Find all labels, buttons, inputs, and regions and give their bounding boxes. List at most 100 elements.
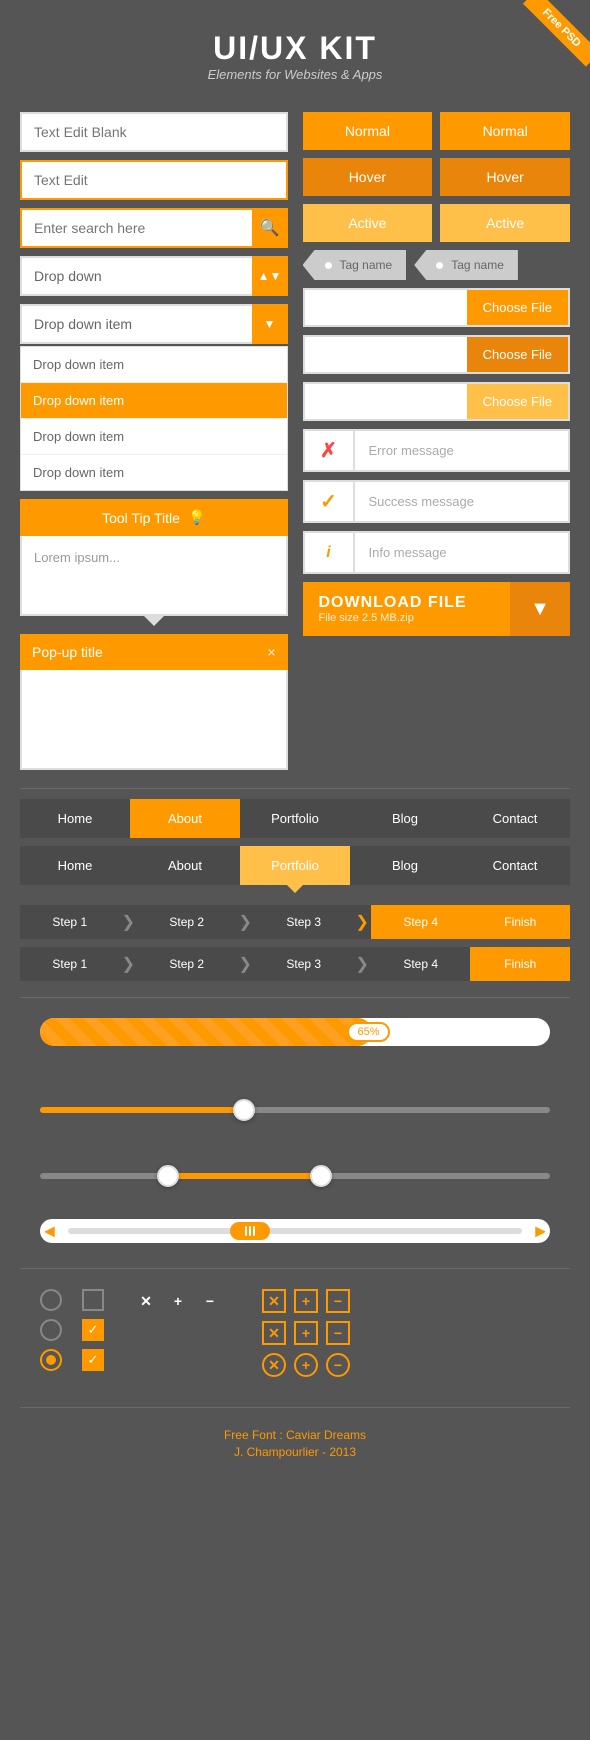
step-2-1[interactable]: Step 2	[137, 905, 237, 939]
orange-x-icon-1[interactable]: ✕	[262, 1289, 286, 1313]
nav-item-home-2[interactable]: Home	[20, 846, 130, 885]
orange-action-group: ✕ + − ✕ + − ✕ + −	[262, 1289, 350, 1377]
circle-x-icon-1[interactable]: ✕	[134, 1353, 158, 1377]
popup-title-text: Pop-up title	[32, 644, 103, 660]
text-edit-blank-input[interactable]	[20, 112, 288, 152]
list-item[interactable]: Drop down item	[21, 347, 287, 383]
dark-minus-icon-1[interactable]: −	[198, 1289, 222, 1313]
step-2-2[interactable]: Step 2	[137, 947, 237, 981]
dropdown-item-button[interactable]: Drop down item	[20, 304, 288, 344]
nav-item-contact-1[interactable]: Contact	[460, 799, 570, 838]
normal-button-2[interactable]: Normal	[440, 112, 570, 150]
tag-1[interactable]: Tag name	[303, 250, 407, 280]
slider-1-thumb[interactable]	[233, 1099, 255, 1121]
checkbox-unchecked-1[interactable]	[82, 1289, 104, 1311]
app-title: UI/UX KIT	[0, 30, 590, 67]
normal-label-1: Normal	[345, 123, 390, 139]
active-button-2[interactable]: Active	[440, 204, 570, 242]
section-divider-4	[20, 1407, 570, 1408]
choose-file-label-2: Choose File	[483, 347, 552, 362]
file-upload-3: Choose File	[303, 382, 571, 421]
search-input[interactable]	[20, 208, 288, 248]
step-4-2[interactable]: Step 4	[371, 947, 471, 981]
nav-item-contact-2[interactable]: Contact	[460, 846, 570, 885]
text-edit-input[interactable]	[20, 160, 288, 200]
step-3-1[interactable]: Step 3	[254, 905, 354, 939]
nav-item-portfolio-1[interactable]: Portfolio	[240, 799, 350, 838]
info-message-text: Info message	[355, 533, 569, 572]
download-bar: DOWNLOAD FILE File size 2.5 MB.zip ▼	[303, 582, 571, 636]
step-4-1[interactable]: Step 4	[371, 905, 471, 939]
tag-label-2: Tag name	[451, 258, 504, 272]
normal-button-1[interactable]: Normal	[303, 112, 433, 150]
right-column: Normal Normal Hover Hover Active	[303, 112, 571, 778]
radio-unchecked-1[interactable]	[40, 1289, 62, 1311]
step-3-2[interactable]: Step 3	[254, 947, 354, 981]
slider-2-thumb-left[interactable]	[157, 1165, 179, 1187]
choose-file-label-3: Choose File	[483, 394, 552, 409]
step-sep-5: ❯	[237, 954, 254, 974]
hover-button-2[interactable]: Hover	[440, 158, 570, 196]
step-finish-2[interactable]: Finish	[470, 947, 570, 981]
list-item[interactable]: Drop down item	[21, 383, 287, 419]
step-finish-1[interactable]: Finish	[470, 905, 570, 939]
orange-minus-icon-1[interactable]: −	[326, 1289, 350, 1313]
outline-plus-icon-1[interactable]: +	[166, 1321, 190, 1345]
nav-item-about-2[interactable]: About	[130, 846, 240, 885]
radio-checked[interactable]	[40, 1349, 62, 1371]
step-1-1[interactable]: Step 1	[20, 905, 120, 939]
error-message-text: Error message	[355, 431, 569, 470]
circle-x-orange-1[interactable]: ✕	[262, 1353, 286, 1377]
tag-2[interactable]: Tag name	[414, 250, 518, 280]
outline-x-orange-1[interactable]: ✕	[262, 1321, 286, 1345]
hover-button-1[interactable]: Hover	[303, 158, 433, 196]
search-button[interactable]: 🔍	[252, 208, 288, 248]
download-subtitle: File size 2.5 MB.zip	[319, 612, 495, 624]
dark-plus-icon-1[interactable]: +	[166, 1289, 190, 1313]
checkbox-checked-1[interactable]	[82, 1319, 104, 1341]
scroll-right-arrow[interactable]: ▶	[535, 1223, 546, 1240]
search-field-wrap: 🔍	[20, 208, 288, 248]
popup-box: Pop-up title ×	[20, 634, 288, 770]
circle-minus-orange-1[interactable]: −	[326, 1353, 350, 1377]
circle-plus-orange-1[interactable]: +	[294, 1353, 318, 1377]
choose-file-button-2[interactable]: Choose File	[467, 337, 568, 372]
outline-x-icon-1[interactable]: ✕	[134, 1321, 158, 1345]
outline-minus-icon-1[interactable]: −	[198, 1321, 222, 1345]
nav-item-blog-2[interactable]: Blog	[350, 846, 460, 885]
checkbox-checked-2[interactable]	[82, 1349, 104, 1371]
step-1-2[interactable]: Step 1	[20, 947, 120, 981]
free-psd-label: Free PSD	[523, 0, 590, 67]
nav-item-about-1[interactable]: About	[130, 799, 240, 838]
choose-file-button-1[interactable]: Choose File	[467, 290, 568, 325]
circle-minus-icon-1[interactable]: −	[198, 1353, 222, 1377]
active-button-1[interactable]: Active	[303, 204, 433, 242]
nav-item-blog-1[interactable]: Blog	[350, 799, 460, 838]
dark-x-icon-1[interactable]: ✕	[134, 1289, 158, 1313]
success-message-box: ✓ Success message	[303, 480, 571, 523]
section-divider-1	[20, 788, 570, 789]
slider-2-thumb-right[interactable]	[310, 1165, 332, 1187]
download-button[interactable]: ▼	[510, 582, 570, 636]
nav-item-portfolio-2[interactable]: Portfolio	[240, 846, 350, 885]
dropdown-select[interactable]: Drop down	[20, 256, 288, 296]
outline-minus-orange-1[interactable]: −	[326, 1321, 350, 1345]
step-sep-6: ❯	[354, 954, 371, 974]
hover-label-2: Hover	[486, 169, 523, 185]
scrollbar-handle[interactable]	[230, 1222, 270, 1240]
radio-unchecked-2[interactable]	[40, 1319, 62, 1341]
progress-bar-outer: 65%	[40, 1018, 550, 1046]
nav-item-home-1[interactable]: Home	[20, 799, 130, 838]
list-item[interactable]: Drop down item	[21, 455, 287, 490]
file-input-area-3	[305, 384, 467, 419]
dropdown-item-label: Drop down item	[34, 316, 132, 332]
circle-plus-icon-1[interactable]: +	[166, 1353, 190, 1377]
normal-buttons-row: Normal Normal	[303, 112, 571, 150]
list-item[interactable]: Drop down item	[21, 419, 287, 455]
popup-close-button[interactable]: ×	[267, 644, 275, 660]
scroll-left-arrow[interactable]: ◀	[44, 1223, 55, 1240]
choose-file-button-3[interactable]: Choose File	[467, 384, 568, 419]
outline-plus-orange-1[interactable]: +	[294, 1321, 318, 1345]
choose-file-label-1: Choose File	[483, 300, 552, 315]
orange-plus-icon-1[interactable]: +	[294, 1289, 318, 1313]
